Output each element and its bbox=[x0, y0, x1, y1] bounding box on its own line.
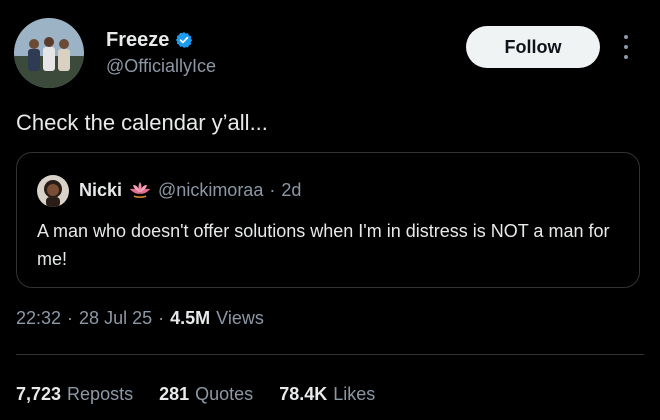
quotes-label: Quotes bbox=[195, 384, 254, 404]
likes-count: 78.4K bbox=[279, 384, 328, 404]
quotes-count: 281 bbox=[159, 384, 190, 404]
likes-label: Likes bbox=[333, 384, 376, 404]
reposts-stat[interactable]: 7,723 Reposts bbox=[16, 382, 133, 406]
quote-author-name[interactable]: Nicki bbox=[79, 179, 122, 201]
quote-header: Nicki @nickimoraa · 2d bbox=[79, 179, 301, 201]
views-count: 4.5M bbox=[170, 308, 211, 328]
author-display-name[interactable]: Freeze bbox=[106, 28, 169, 52]
tweet-time[interactable]: 22:32 bbox=[16, 306, 61, 330]
follow-button[interactable]: Follow bbox=[466, 26, 600, 68]
reposts-count: 7,723 bbox=[16, 384, 62, 404]
author-name-row: Freeze bbox=[106, 28, 193, 52]
likes-stat[interactable]: 78.4K Likes bbox=[279, 382, 375, 406]
quote-author-handle[interactable]: @nickimoraa bbox=[158, 179, 263, 201]
separator-dot: · bbox=[158, 308, 165, 328]
author-avatar[interactable] bbox=[14, 18, 84, 88]
author-handle[interactable]: @OfficiallyIce bbox=[106, 55, 216, 77]
quotes-stat[interactable]: 281 Quotes bbox=[159, 382, 253, 406]
lotus-icon bbox=[128, 180, 152, 200]
more-dot bbox=[624, 45, 628, 49]
separator-dot: · bbox=[67, 308, 74, 328]
more-dot bbox=[624, 35, 628, 39]
quote-author-avatar[interactable] bbox=[37, 175, 69, 207]
tweet-text: Check the calendar y’all... bbox=[16, 110, 268, 135]
divider bbox=[16, 354, 644, 355]
views-label: Views bbox=[216, 308, 264, 328]
reposts-label: Reposts bbox=[67, 384, 134, 404]
tweet-date[interactable]: 28 Jul 25 bbox=[79, 306, 152, 330]
tweet-meta: 22:32 · 28 Jul 25 · 4.5M Views bbox=[16, 306, 264, 330]
separator-dot: · bbox=[269, 180, 276, 200]
quoted-tweet-card[interactable]: Nicki @nickimoraa · 2d A man who doesn't… bbox=[16, 152, 640, 288]
more-vertical-icon[interactable] bbox=[618, 35, 634, 59]
engagement-stats: 7,723 Reposts 281 Quotes 78.4K Likes bbox=[16, 382, 401, 406]
verified-badge-icon bbox=[175, 31, 193, 49]
more-dot bbox=[624, 55, 628, 59]
quote-text: A man who doesn't offer solutions when I… bbox=[37, 221, 610, 269]
quote-timestamp[interactable]: 2d bbox=[281, 179, 301, 201]
